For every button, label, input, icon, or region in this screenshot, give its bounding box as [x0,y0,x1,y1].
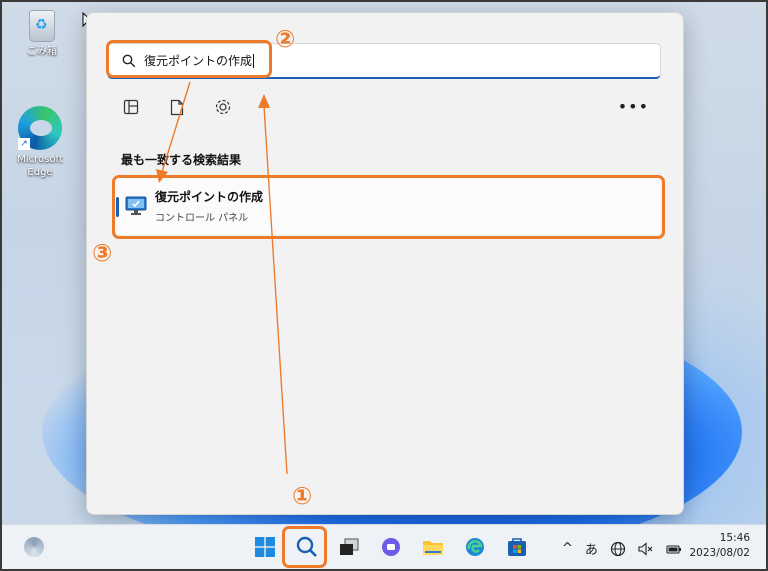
desktop: ♻ ごみ箱 ↗ Microsoft Edge 復元ポイントの作成 ••• 最も一… [0,0,768,571]
annotation-arrows [156,81,288,475]
